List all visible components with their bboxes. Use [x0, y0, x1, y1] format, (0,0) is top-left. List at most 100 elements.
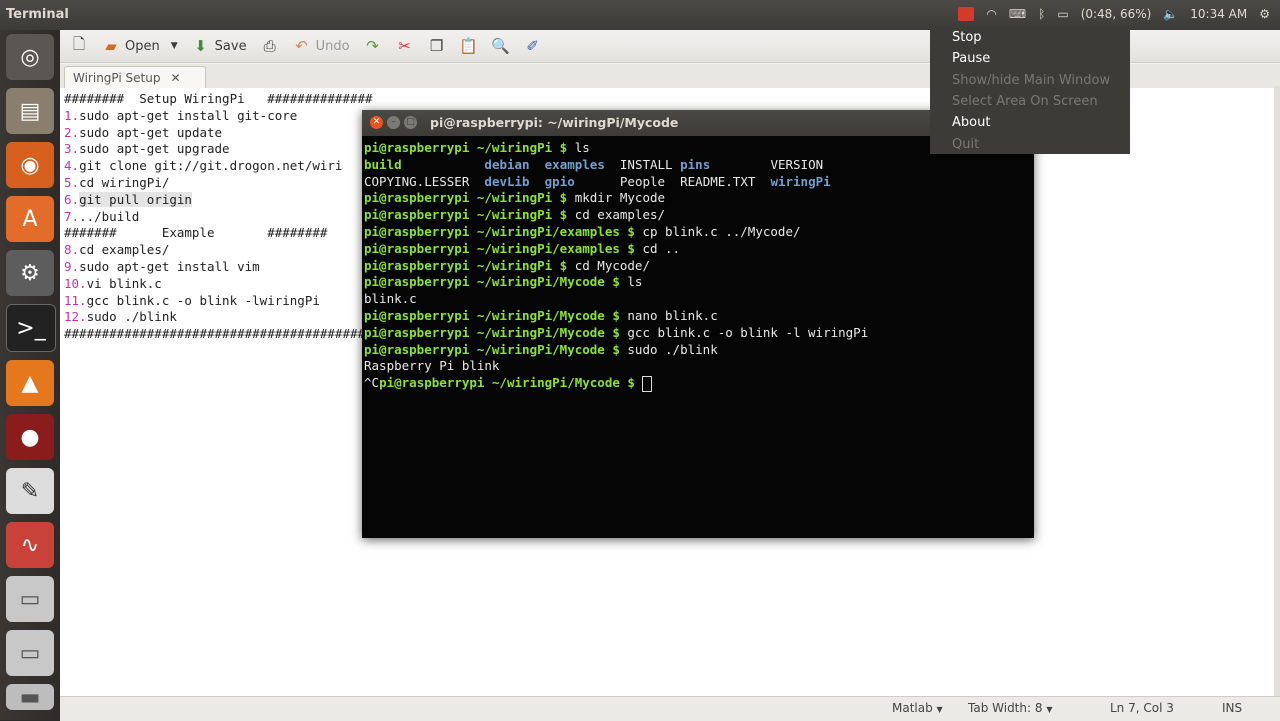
battery-icon[interactable]: ▭	[1057, 7, 1068, 21]
save-label: Save	[214, 38, 247, 54]
app-red-icon[interactable]: ●	[6, 414, 54, 460]
prompt: pi@raspberrypi ~/wiringPi/examples $	[364, 240, 643, 256]
save-button[interactable]: ⬇ Save	[192, 37, 247, 55]
new-document-icon: 🗋	[72, 34, 86, 53]
active-app-title: Terminal	[6, 7, 69, 22]
cut-button[interactable]: ✂	[396, 37, 414, 55]
trash-icon[interactable]: ▬	[6, 684, 54, 710]
terminal-line: pi@raspberrypi ~/wiringPi/examples $ cd …	[364, 241, 868, 258]
line-number: 12.	[64, 309, 87, 325]
prompt: pi@raspberrypi ~/wiringPi $	[364, 207, 575, 223]
settings-icon[interactable]: ⚙	[6, 250, 54, 296]
line-number: 8.	[64, 242, 80, 258]
line-text: ####### Example ########	[64, 225, 328, 241]
terminal-icon[interactable]: >_	[6, 304, 56, 352]
prompt: pi@raspberrypi ~/wiringPi/Mycode $	[364, 341, 628, 357]
ls-entry: INSTALL	[619, 156, 681, 172]
command: ls	[574, 140, 590, 155]
command: gcc blink.c -o blink -l wiringPi	[627, 324, 869, 340]
copy-icon: ❐	[429, 37, 444, 55]
chevron-down-icon: ▼	[936, 705, 943, 714]
find-button[interactable]: 🔍	[491, 37, 510, 55]
menu-item-quit: Quit	[952, 137, 980, 152]
prompt: pi@raspberrypi ~/wiringPi $	[364, 190, 575, 206]
editor-line: 7.../build	[64, 209, 403, 226]
minimize-icon[interactable]: –	[387, 116, 400, 129]
paste-button[interactable]: 📋	[459, 37, 478, 55]
wifi-icon[interactable]: ◠	[986, 7, 996, 21]
language-selector[interactable]: Matlab ▼	[892, 701, 943, 715]
vlc-icon[interactable]: ▲	[6, 360, 54, 406]
undo-button[interactable]: ↶ Undo	[293, 37, 349, 55]
terminal-line: pi@raspberrypi ~/wiringPi $ cd Mycode/	[364, 258, 868, 275]
system-tray: ◠ ⌨ ᛒ ▭ (0:48, 66%) 🔈 10:34 AM ⚙	[958, 7, 1270, 21]
line-number: 7.	[64, 208, 80, 224]
scribble-app-icon[interactable]: ∿	[6, 522, 54, 568]
clock[interactable]: 10:34 AM	[1190, 7, 1247, 21]
terminal-line: pi@raspberrypi ~/wiringPi/examples $ cp …	[364, 224, 868, 241]
editor-line: 12.sudo ./blink	[64, 309, 403, 326]
keyboard-icon[interactable]: ⌨	[1009, 7, 1026, 21]
terminal-line: pi@raspberrypi ~/wiringPi $ mkdir Mycode	[364, 190, 868, 207]
ls-output: blink.c	[364, 291, 417, 307]
volume-icon[interactable]: 🔈	[1163, 7, 1178, 21]
ls-entry: wiringPi	[770, 173, 831, 189]
cursor-position: Ln 7, Col 3	[1110, 701, 1174, 715]
line-text: cd examples/	[79, 242, 170, 258]
copy-button[interactable]: ❐	[428, 37, 446, 55]
dash-icon[interactable]: ◎	[6, 34, 54, 80]
text-editor-icon[interactable]: ✎	[6, 468, 54, 514]
ls-entry: COPYING.LESSER	[364, 173, 485, 189]
software-center-icon[interactable]: A	[6, 196, 54, 242]
line-text: cd wiringPi/	[79, 174, 170, 190]
line-number: 4.	[64, 158, 80, 174]
line-number: 10.	[64, 275, 87, 291]
menu-item-stop[interactable]: Stop	[952, 30, 982, 45]
terminal-body[interactable]: pi@raspberrypi ~/wiringPi $ ls build debi…	[362, 136, 1034, 538]
new-button[interactable]: 🗋	[70, 34, 88, 55]
open-button[interactable]: ▰ Open ▼	[102, 37, 178, 55]
tab-label: WiringPi Setup	[73, 70, 161, 85]
open-label: Open	[125, 38, 160, 54]
scrollbar[interactable]	[1274, 86, 1280, 696]
files-icon[interactable]: ▤	[6, 88, 54, 134]
line-text: sudo ./blink	[86, 309, 177, 325]
print-button[interactable]: ⎙	[261, 37, 279, 55]
ls-entry: gpio	[544, 173, 620, 189]
gear-icon[interactable]: ⚙	[1259, 7, 1270, 21]
firefox-icon[interactable]: ◉	[6, 142, 54, 188]
battery-status[interactable]: (0:48, 66%)	[1081, 7, 1152, 21]
redo-button[interactable]: ↷	[364, 37, 382, 55]
menu-item-show-hide-main-window: Show/hide Main Window	[952, 73, 1111, 88]
command: sudo ./blink	[627, 341, 718, 357]
top-panel: Terminal ◠ ⌨ ᛒ ▭ (0:48, 66%) 🔈 10:34 AM …	[0, 0, 1280, 30]
command: cp blink.c ../Mycode/	[642, 223, 801, 239]
editor-line: 4.git clone git://git.drogon.net/wiri	[64, 158, 403, 175]
terminal-line: blink.c	[364, 291, 868, 308]
line-text: sudo apt-get install vim	[79, 258, 260, 274]
ls-entry: debian	[484, 156, 545, 172]
line-number: 2.	[64, 124, 80, 140]
maximize-icon[interactable]: □	[404, 116, 417, 129]
menu-item-pause[interactable]: Pause	[952, 51, 990, 66]
recorder-indicator-icon[interactable]	[958, 7, 975, 21]
chevron-down-icon: ▼	[1046, 705, 1053, 714]
close-icon[interactable]: ✕	[170, 71, 180, 85]
tab-width-selector[interactable]: Tab Width: 8 ▼	[968, 701, 1052, 715]
bluetooth-icon[interactable]: ᛒ	[1038, 7, 1045, 21]
line-text: gcc blink.c -o blink -lwiringPi	[86, 292, 320, 308]
line-number: 1.	[64, 107, 80, 123]
drive-icon-2[interactable]: ▭	[6, 630, 54, 676]
drive-icon[interactable]: ▭	[6, 576, 54, 622]
line-text: sudo apt-get install git-core	[79, 107, 298, 123]
replace-icon: ✐	[526, 37, 539, 55]
menu-item-select-area-on-screen: Select Area On Screen	[952, 94, 1098, 109]
editor-code: ######## Setup WiringPi ############## 1.…	[64, 91, 403, 343]
tab-wiringpi-setup[interactable]: WiringPi Setup ✕	[64, 66, 206, 88]
command: cd ..	[642, 240, 681, 256]
replace-button[interactable]: ✐	[524, 37, 542, 55]
chevron-down-icon[interactable]: ▼	[171, 41, 178, 51]
close-icon[interactable]: ✕	[370, 116, 383, 129]
line-text: sudo apt-get upgrade	[79, 141, 230, 157]
menu-item-about[interactable]: About	[952, 115, 990, 130]
